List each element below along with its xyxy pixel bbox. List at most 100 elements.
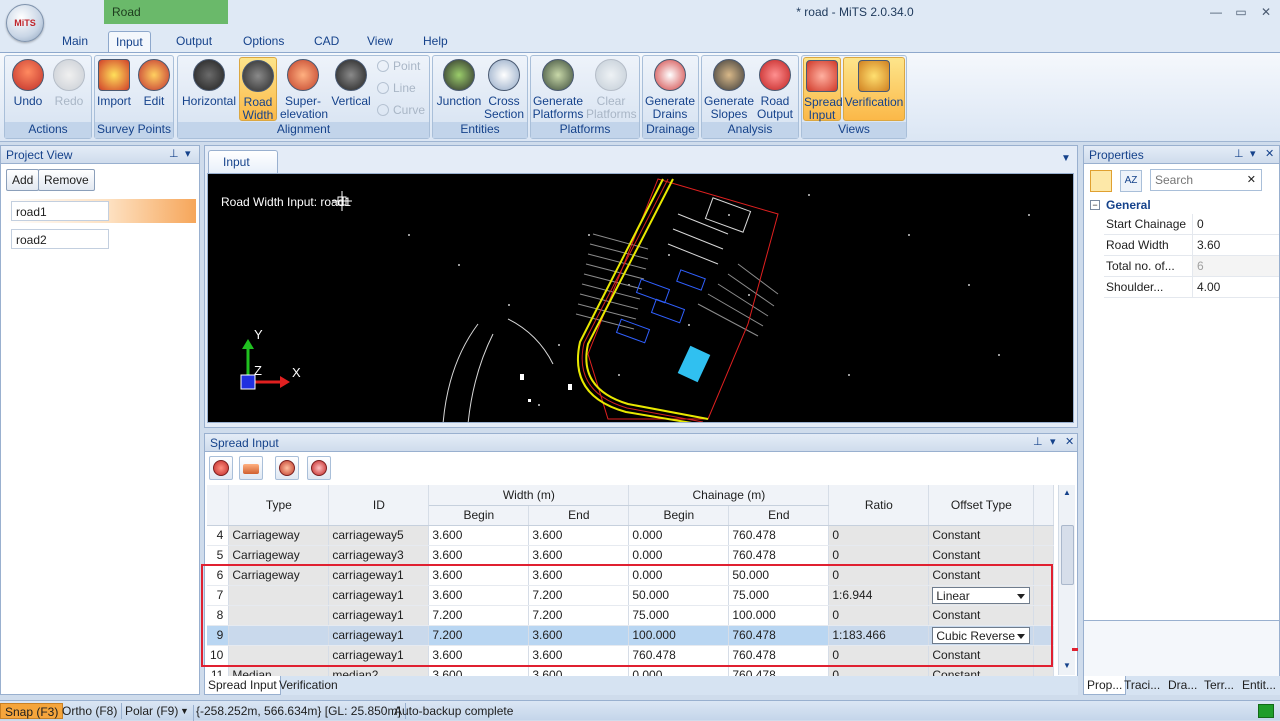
move-down-button[interactable]	[275, 456, 299, 480]
tab-terrain[interactable]: Terr...	[1201, 676, 1237, 695]
tab-view[interactable]: View	[360, 31, 400, 52]
pin-icon[interactable]: ⊥	[1234, 147, 1244, 160]
document-menu-icon[interactable]: ▼	[1061, 153, 1071, 164]
snap-toggle[interactable]: Snap (F3)	[0, 703, 64, 719]
tab-output[interactable]: Output	[169, 31, 219, 52]
horizontal-button[interactable]: Horizontal	[180, 57, 238, 121]
categorized-view-icon[interactable]	[1090, 170, 1112, 192]
road-output-button[interactable]: Road Output	[755, 57, 795, 121]
column-header-type[interactable]: Type	[228, 485, 330, 526]
table-row[interactable]: 4 Carriageway carriageway5 3.600 3.600 0.000 7…	[207, 525, 1055, 546]
tab-entities[interactable]: Entit...	[1239, 676, 1279, 695]
edit-button[interactable]: Edit	[136, 57, 172, 121]
cell-id[interactable]: carriageway5	[328, 525, 430, 546]
panel-menu-icon[interactable]: ▾	[1250, 147, 1256, 160]
add-row-button[interactable]	[209, 456, 233, 480]
pin-icon[interactable]: ⊥	[1033, 435, 1043, 448]
polar-toggle[interactable]: Polar (F9)	[121, 703, 182, 719]
verification-button[interactable]: Verification	[843, 57, 905, 121]
generate-platforms-button[interactable]: Generate Platforms	[532, 57, 584, 121]
remove-button[interactable]: Remove	[38, 169, 95, 191]
cell-offset-type[interactable]: Constant	[928, 545, 1035, 566]
clear-platforms-button[interactable]: Clear Platforms	[586, 57, 637, 121]
column-header-chainage-begin[interactable]: Begin	[628, 505, 730, 526]
maximize-button[interactable]: ▭	[1229, 4, 1253, 20]
tab-options[interactable]: Options	[236, 31, 291, 52]
tab-cad[interactable]: CAD	[307, 31, 346, 52]
column-header-ratio[interactable]: Ratio	[828, 485, 930, 526]
property-value[interactable]: 3.60	[1192, 235, 1279, 255]
point-option[interactable]: Point	[377, 56, 420, 78]
project-item-road2[interactable]: road2	[11, 229, 109, 249]
property-road-width[interactable]: Road Width 3.60	[1104, 235, 1279, 256]
cell-chainage-end[interactable]: 760.478	[728, 525, 830, 546]
sort-az-icon[interactable]: AZ	[1120, 170, 1142, 192]
tab-main[interactable]: Main	[55, 31, 95, 52]
cell-width-end[interactable]: 3.600	[528, 545, 630, 566]
column-header-chainage-end[interactable]: End	[728, 505, 830, 526]
table-row[interactable]: 5 Carriageway carriageway3 3.600 3.600 0.000 7…	[207, 545, 1055, 566]
road-width-button[interactable]: Road Width	[239, 57, 277, 122]
tab-verification[interactable]: Verification	[276, 676, 341, 695]
delete-button[interactable]	[307, 456, 331, 480]
cell-ratio[interactable]: 0	[828, 525, 930, 546]
property-value[interactable]: 0	[1192, 214, 1279, 234]
redo-button[interactable]: Redo	[50, 57, 88, 121]
scroll-thumb[interactable]	[1061, 525, 1074, 585]
cell-id[interactable]: carriageway3	[328, 545, 430, 566]
cell-ratio[interactable]: 0	[828, 545, 930, 566]
cad-canvas[interactable]: Y X Z Road Width Input: road1	[207, 173, 1074, 423]
panel-menu-icon[interactable]: ▾	[1050, 435, 1056, 448]
property-value[interactable]: 4.00	[1192, 277, 1279, 297]
spread-input-button[interactable]: Spread Input	[803, 57, 843, 122]
tab-drainage[interactable]: Dra...	[1165, 676, 1200, 695]
cell-chainage-begin[interactable]: 0.000	[628, 545, 730, 566]
collapse-icon[interactable]: −	[1090, 200, 1100, 210]
close-button[interactable]: ✕	[1254, 4, 1278, 20]
minimize-button[interactable]: —	[1204, 4, 1228, 20]
import-button[interactable]: Import	[96, 57, 132, 121]
tab-help[interactable]: Help	[416, 31, 455, 52]
cell-type[interactable]: Carriageway	[228, 545, 330, 566]
properties-search-input[interactable]	[1151, 170, 1241, 190]
property-total-no[interactable]: Total no. of... 6	[1104, 256, 1279, 277]
property-start-chainage[interactable]: Start Chainage 0	[1104, 214, 1279, 235]
cell-width-begin[interactable]: 3.600	[428, 545, 530, 566]
tab-properties[interactable]: Prop...	[1083, 676, 1127, 695]
tab-tracing[interactable]: Traci...	[1121, 676, 1163, 695]
grid-vertical-scrollbar[interactable]: ▲ ▼	[1058, 485, 1075, 675]
remove-row-button[interactable]	[239, 456, 263, 480]
column-header-width-end[interactable]: End	[528, 505, 630, 526]
app-logo-button[interactable]: MiTS	[6, 4, 44, 42]
scroll-up-icon[interactable]: ▲	[1063, 488, 1071, 497]
cell-chainage-begin[interactable]: 0.000	[628, 525, 730, 546]
cross-section-button[interactable]: Cross Section	[484, 57, 524, 121]
column-header-offset-type[interactable]: Offset Type	[928, 485, 1035, 526]
generate-slopes-button[interactable]: Generate Slopes	[704, 57, 754, 121]
properties-search-box[interactable]: ✕	[1150, 169, 1262, 191]
column-header-id[interactable]: ID	[328, 485, 430, 526]
cell-offset-type[interactable]: Constant	[928, 525, 1035, 546]
add-button[interactable]: Add	[6, 169, 40, 191]
tab-input[interactable]: Input	[108, 31, 151, 52]
tab-input-document[interactable]: Input	[208, 150, 278, 173]
junction-button[interactable]: Junction	[436, 57, 482, 121]
close-icon[interactable]: ✕	[1265, 147, 1274, 160]
undo-button[interactable]: Undo	[8, 57, 48, 121]
superelevation-button[interactable]: Super- elevation	[280, 57, 328, 121]
vertical-button[interactable]: Vertical	[330, 57, 372, 121]
column-header-width-begin[interactable]: Begin	[428, 505, 530, 526]
clear-search-icon[interactable]: ✕	[1247, 173, 1256, 186]
close-icon[interactable]: ✕	[1065, 435, 1074, 448]
ortho-toggle[interactable]: Ortho (F8)	[58, 703, 123, 719]
cell-chainage-end[interactable]: 760.478	[728, 545, 830, 566]
cell-type[interactable]: Carriageway	[228, 525, 330, 546]
tab-spread-input[interactable]: Spread Input	[204, 676, 281, 695]
generate-drains-button[interactable]: Generate Drains	[645, 57, 695, 121]
property-shoulder[interactable]: Shoulder... 4.00	[1104, 277, 1279, 298]
line-option[interactable]: Line	[377, 78, 416, 100]
cell-width-begin[interactable]: 3.600	[428, 525, 530, 546]
pin-icon[interactable]: ⊥	[169, 147, 179, 160]
panel-menu-icon[interactable]: ▾	[185, 147, 191, 160]
cell-width-end[interactable]: 3.600	[528, 525, 630, 546]
